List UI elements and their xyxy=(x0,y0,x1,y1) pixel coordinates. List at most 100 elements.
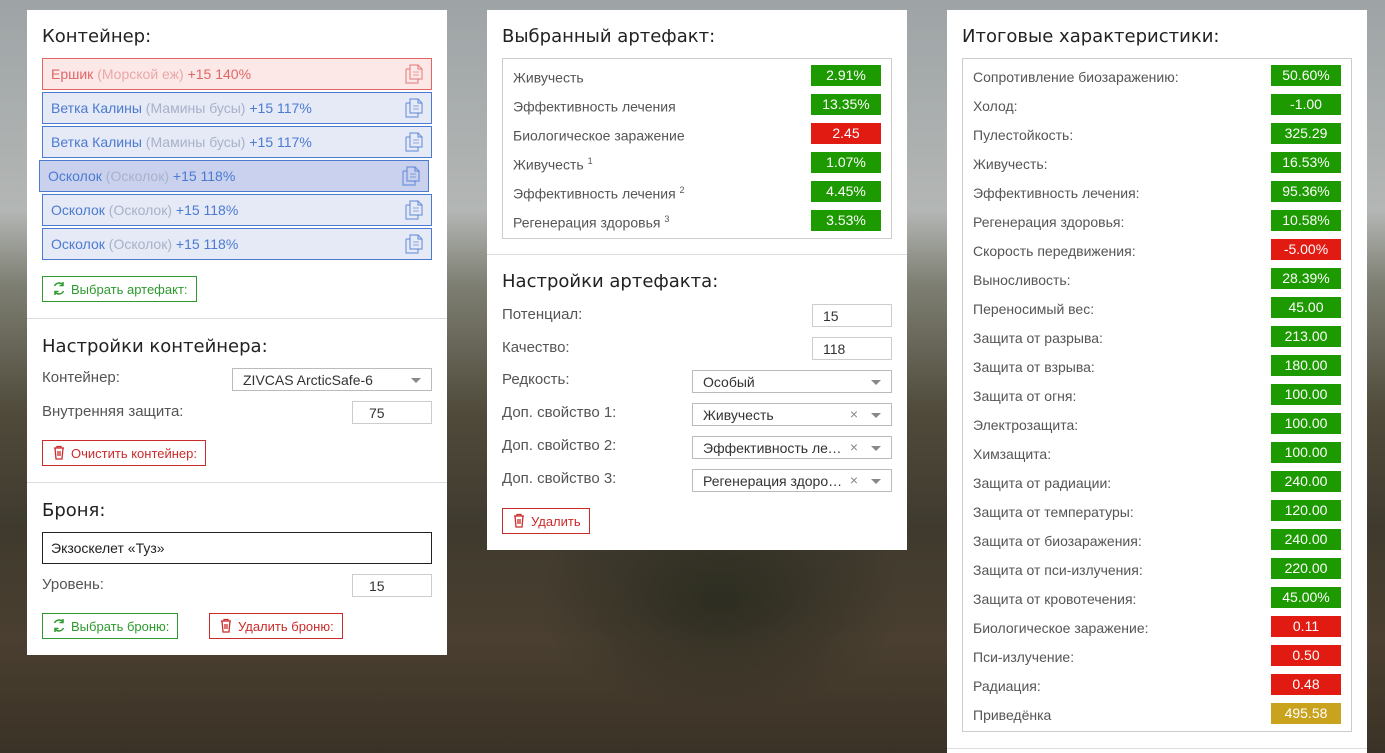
total-stat-row: Защита от разрыва: 213.00 xyxy=(963,324,1351,353)
stat-value: 10.58% xyxy=(1271,210,1341,231)
stat-name: Живучесть 1 xyxy=(513,156,593,173)
stat-value: 325.29 xyxy=(1271,123,1341,144)
rarity-select[interactable]: Особый xyxy=(692,370,892,393)
stat-name: Выносливость: xyxy=(973,272,1071,288)
extra2-select[interactable]: Эффективность лечения × xyxy=(692,436,892,459)
stat-name: Скорость передвижения: xyxy=(973,243,1136,259)
stat-value: 100.00 xyxy=(1271,384,1341,405)
stat-value: 2.45 xyxy=(811,123,881,144)
stat-value: 120.00 xyxy=(1271,500,1341,521)
armor-field[interactable]: Экзоскелет «Туз» xyxy=(42,532,432,564)
copy-icon[interactable] xyxy=(405,200,423,220)
stat-value: -5.00% xyxy=(1271,239,1341,260)
total-stat-row: Защита от взрыва: 180.00 xyxy=(963,353,1351,382)
artifact-slot[interactable]: Ершик (Морской еж) +15 140% xyxy=(42,58,432,90)
clear-icon[interactable]: × xyxy=(850,472,858,488)
container-label: Контейнер: xyxy=(42,369,120,386)
artifact-stat-row: Живучесть 2.91% xyxy=(503,63,891,92)
quality-input[interactable]: 118 xyxy=(812,337,892,360)
protection-input[interactable]: 75 xyxy=(352,401,432,424)
delete-armor-label: Удалить броню: xyxy=(238,619,334,634)
rarity-label: Редкость: xyxy=(502,371,570,388)
stat-value: 4.45% xyxy=(811,181,881,202)
stat-value: 3.53% xyxy=(811,210,881,231)
divider xyxy=(27,482,447,483)
protection-label: Внутренняя защита: xyxy=(42,403,184,420)
potential-label: Потенциал: xyxy=(502,306,583,323)
slot-subname: (Мамины бусы) xyxy=(145,100,246,116)
totals-panel: Итоговые характеристики: Сопротивление б… xyxy=(947,10,1367,753)
container-select[interactable]: ZIVCAS ArcticSafe-6 xyxy=(232,368,432,391)
artifact-slot[interactable]: Осколок (Осколок) +15 118% xyxy=(42,228,432,260)
stat-name: Приведёнка xyxy=(973,707,1052,723)
potential-input[interactable]: 15 xyxy=(812,304,892,327)
armor-title: Броня: xyxy=(42,500,106,521)
totals-title: Итоговые характеристики: xyxy=(962,26,1220,47)
total-stat-row: Сопротивление биозаражению: 50.60% xyxy=(963,63,1351,92)
artifact-stat-row: Эффективность лечения 13.35% xyxy=(503,92,891,121)
total-stat-row: Биологическое заражение: 0.11 xyxy=(963,614,1351,643)
stat-value: 0.48 xyxy=(1271,674,1341,695)
stat-name: Живучесть xyxy=(513,69,584,86)
armor-level-input[interactable]: 15 xyxy=(352,574,432,597)
choose-artifact-button[interactable]: Выбрать артефакт: xyxy=(42,276,197,302)
stat-name: Биологическое заражение xyxy=(513,127,685,144)
slot-level: +15 118% xyxy=(175,202,239,218)
slot-name: Ветка Калины xyxy=(51,134,142,150)
artifact-slot[interactable]: Осколок (Осколок) +15 118% xyxy=(39,160,429,192)
delete-artifact-button[interactable]: Удалить xyxy=(502,508,590,534)
chevron-down-icon xyxy=(871,479,881,484)
clear-icon[interactable]: × xyxy=(850,406,858,422)
delete-artifact-label: Удалить xyxy=(531,514,581,529)
quality-label: Качество: xyxy=(502,339,570,356)
stat-name: Эффективность лечения 2 xyxy=(513,185,685,202)
copy-icon[interactable] xyxy=(405,64,423,84)
slot-level: +15 140% xyxy=(187,66,252,82)
stat-name: Пси-излучение: xyxy=(973,649,1075,665)
stat-name: Электрозащита: xyxy=(973,417,1079,433)
extra3-select[interactable]: Регенерация здоровья × xyxy=(692,469,892,492)
copy-icon[interactable] xyxy=(405,132,423,152)
total-stat-row: Живучесть: 16.53% xyxy=(963,150,1351,179)
stat-value: 100.00 xyxy=(1271,413,1341,434)
choose-artifact-label: Выбрать артефакт: xyxy=(71,282,188,297)
stat-name: Регенерация здоровья: xyxy=(973,214,1125,230)
clear-container-button[interactable]: Очистить контейнер: xyxy=(42,440,206,466)
delete-armor-button[interactable]: Удалить броню: xyxy=(209,613,343,639)
copy-icon[interactable] xyxy=(405,234,423,254)
artifact-stat-row: Биологическое заражение 2.45 xyxy=(503,121,891,150)
artifact-stat-row: Регенерация здоровья 3 3.53% xyxy=(503,208,891,237)
copy-icon[interactable] xyxy=(405,98,423,118)
artifact-slot[interactable]: Ветка Калины (Мамины бусы) +15 117% xyxy=(42,126,432,158)
container-title: Контейнер: xyxy=(42,26,152,47)
choose-armor-button[interactable]: Выбрать броню: xyxy=(42,613,179,639)
slot-subname: (Осколок) xyxy=(108,236,172,252)
stat-value: 50.60% xyxy=(1271,65,1341,86)
stat-value: 220.00 xyxy=(1271,558,1341,579)
slot-name: Ветка Калины xyxy=(51,100,142,116)
stat-name: Холод: xyxy=(973,98,1018,114)
totals-stats: Сопротивление биозаражению: 50.60% Холод: -… xyxy=(962,58,1352,732)
container-select-value: ZIVCAS ArcticSafe-6 xyxy=(243,372,373,388)
slot-name: Осколок xyxy=(48,168,102,184)
stat-value: 240.00 xyxy=(1271,529,1341,550)
artifact-slot[interactable]: Осколок (Осколок) +15 118% xyxy=(42,194,432,226)
slot-subname: (Морской еж) xyxy=(97,66,184,82)
extra1-select[interactable]: Живучесть × xyxy=(692,403,892,426)
stat-value: 2.91% xyxy=(811,65,881,86)
copy-icon[interactable] xyxy=(402,166,420,186)
artifact-settings-title: Настройки артефакта: xyxy=(502,271,719,292)
stat-name: Защита от взрыва: xyxy=(973,359,1095,375)
chevron-down-icon xyxy=(871,380,881,385)
stat-name: Сопротивление биозаражению: xyxy=(973,69,1179,85)
clear-container-label: Очистить контейнер: xyxy=(71,446,197,461)
stat-name: Защита от температуры: xyxy=(973,504,1134,520)
stat-value: 240.00 xyxy=(1271,471,1341,492)
stat-name: Химзащита: xyxy=(973,446,1052,462)
clear-icon[interactable]: × xyxy=(850,439,858,455)
stat-value: 28.39% xyxy=(1271,268,1341,289)
artifact-slot[interactable]: Ветка Калины (Мамины бусы) +15 117% xyxy=(42,92,432,124)
stat-name: Переносимый вес: xyxy=(973,301,1095,317)
stat-value: 213.00 xyxy=(1271,326,1341,347)
stat-name: Защита от разрыва: xyxy=(973,330,1103,346)
